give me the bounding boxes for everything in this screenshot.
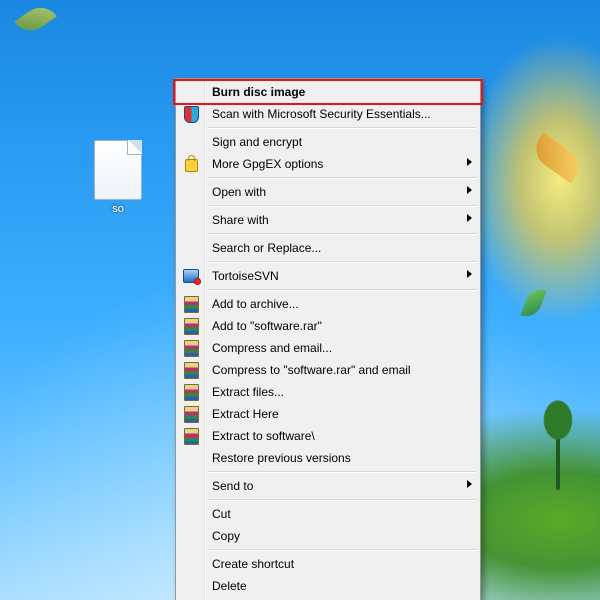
lock-icon [183,156,199,172]
leaf-decoration [520,285,546,321]
context-menu-item-label: Extract Here [212,407,279,421]
context-menu-separator [208,127,476,129]
context-menu-item-label: Burn disc image [212,85,305,99]
context-menu-item-label: Compress to "software.rar" and email [212,363,411,377]
submenu-arrow-icon [467,186,472,194]
context-menu-separator [208,177,476,179]
context-menu-item[interactable]: Sign and encrypt [178,131,478,153]
context-menu-item[interactable]: Create shortcut [178,553,478,575]
context-menu-item[interactable]: Compress to "software.rar" and email [178,359,478,381]
submenu-arrow-icon [467,270,472,278]
context-menu-item[interactable]: Send to [178,475,478,497]
context-menu-item-label: Restore previous versions [212,451,351,465]
context-menu-item-label: Open with [212,185,266,199]
context-menu-separator [208,261,476,263]
rar-icon [183,296,199,312]
desktop-background: so Burn disc image Scan with Microsoft Se… [0,0,600,600]
context-menu-item-label: Cut [212,507,231,521]
shield-icon [183,106,199,122]
blank-icon [183,578,199,594]
context-menu-item[interactable]: Open with [178,181,478,203]
context-menu-item-label: Compress and email... [212,341,332,355]
blank-icon [183,84,199,100]
context-menu-item-label: Search or Replace... [212,241,321,255]
context-menu-item[interactable]: Search or Replace... [178,237,478,259]
context-menu-item-label: Extract files... [212,385,284,399]
context-menu-item-label: Create shortcut [212,557,294,571]
context-menu-separator [208,549,476,551]
context-menu: Burn disc image Scan with Microsoft Secur… [175,78,481,600]
context-menu-item[interactable]: Add to archive... [178,293,478,315]
context-menu-item-label: Add to "software.rar" [212,319,322,333]
context-menu-item-label: Delete [212,579,247,593]
context-menu-separator [208,471,476,473]
context-menu-item-label: More GpgEX options [212,157,323,171]
svn-icon [183,268,199,284]
rar-icon [183,340,199,356]
leaf-decoration [529,132,587,183]
context-menu-item[interactable]: Compress and email... [178,337,478,359]
context-menu-item-label: Extract to software\ [212,429,315,443]
context-menu-separator [208,289,476,291]
context-menu-item-label: Add to archive... [212,297,299,311]
rar-icon [183,428,199,444]
context-menu-separator [208,499,476,501]
blank-icon [183,506,199,522]
leaf-decoration [14,0,57,38]
context-menu-item[interactable]: Scan with Microsoft Security Essentials.… [178,103,478,125]
context-menu-item[interactable]: Extract files... [178,381,478,403]
blank-icon [183,556,199,572]
file-thumbnail-icon [94,140,142,200]
blank-icon [183,478,199,494]
context-menu-item[interactable]: Delete [178,575,478,597]
tree-decoration [556,430,560,490]
submenu-arrow-icon [467,158,472,166]
rar-icon [183,318,199,334]
rar-icon [183,384,199,400]
context-menu-item-label: Scan with Microsoft Security Essentials.… [212,107,431,121]
submenu-arrow-icon [467,480,472,488]
blank-icon [183,212,199,228]
blank-icon [183,240,199,256]
context-menu-separator [208,233,476,235]
file-caption: so [82,203,154,215]
context-menu-item[interactable]: Burn disc image [178,81,478,103]
context-menu-item[interactable]: Extract Here [178,403,478,425]
context-menu-item[interactable]: Restore previous versions [178,447,478,469]
context-menu-item-label: TortoiseSVN [212,269,279,283]
blank-icon [183,528,199,544]
submenu-arrow-icon [467,214,472,222]
rar-icon [183,406,199,422]
context-menu-item-label: Share with [212,213,269,227]
rar-icon [183,362,199,378]
context-menu-item[interactable]: More GpgEX options [178,153,478,175]
desktop-file-icon[interactable]: so [82,140,154,215]
context-menu-item[interactable]: Extract to software\ [178,425,478,447]
context-menu-separator [208,205,476,207]
context-menu-item[interactable]: Copy [178,525,478,547]
context-menu-item[interactable]: TortoiseSVN [178,265,478,287]
context-menu-item-label: Sign and encrypt [212,135,302,149]
context-menu-item-label: Copy [212,529,240,543]
context-menu-item-label: Send to [212,479,253,493]
context-menu-item[interactable]: Add to "software.rar" [178,315,478,337]
blank-icon [183,134,199,150]
context-menu-item[interactable]: Cut [178,503,478,525]
blank-icon [183,184,199,200]
blank-icon [183,450,199,466]
context-menu-item[interactable]: Share with [178,209,478,231]
